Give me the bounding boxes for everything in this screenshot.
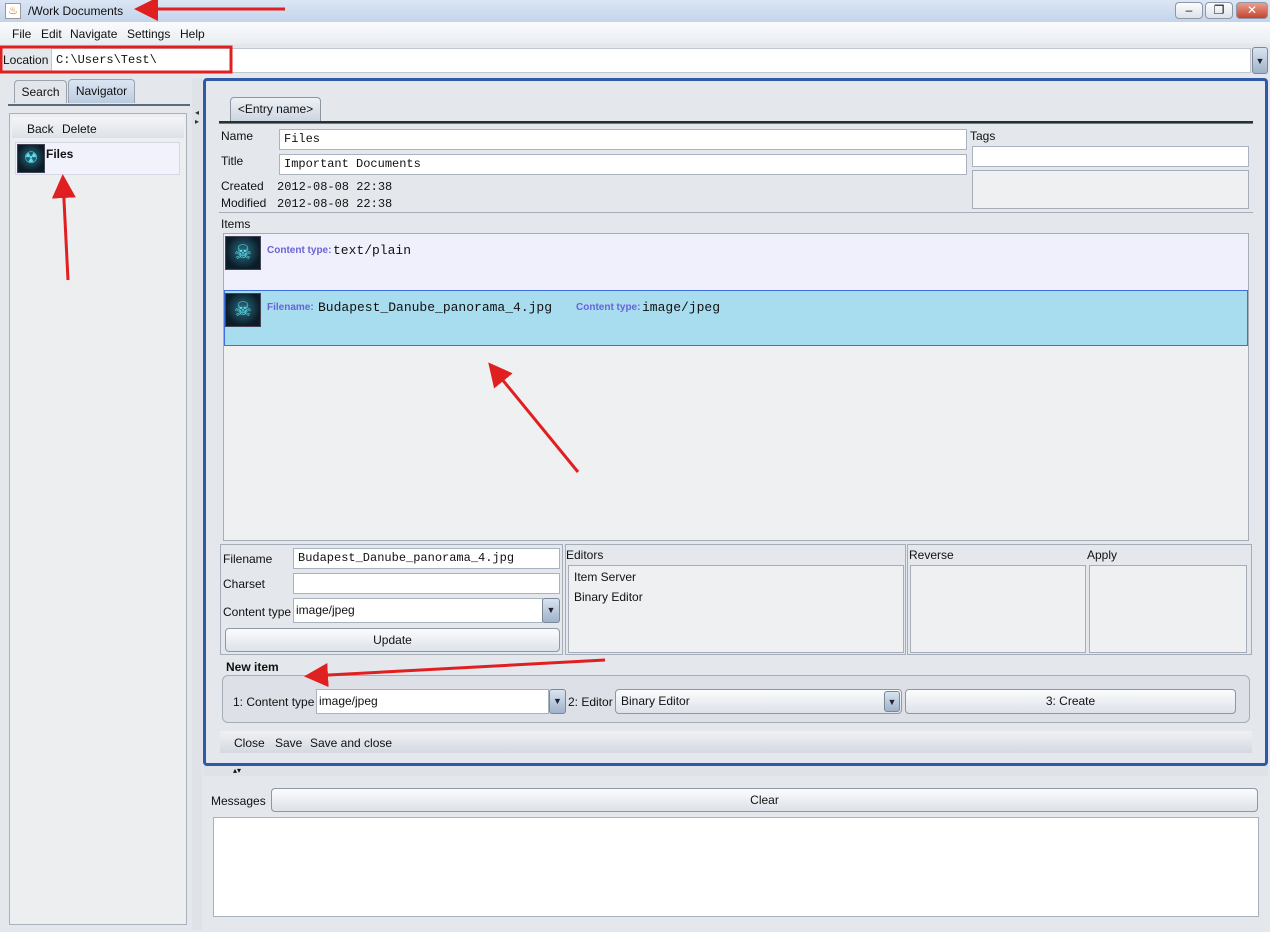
annotation-arrow: [304, 658, 606, 688]
annotation-box: [0, 45, 233, 74]
annotation-arrow: [51, 174, 76, 281]
annotation-overlay: [0, 0, 606, 688]
annotation-arrow: [488, 362, 580, 473]
